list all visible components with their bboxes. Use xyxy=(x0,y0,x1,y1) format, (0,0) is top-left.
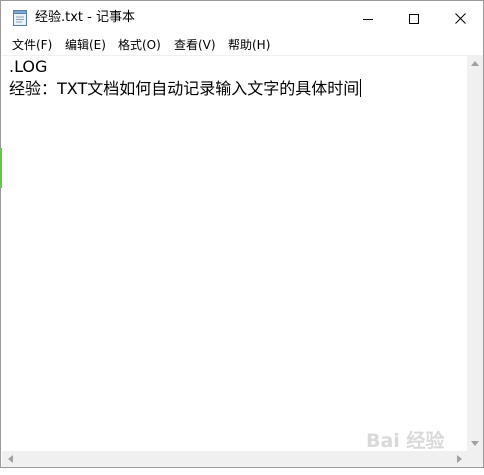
maximize-icon xyxy=(409,9,419,28)
menu-edit[interactable]: 编辑(E) xyxy=(65,37,106,53)
title-bar[interactable]: 经验.txt - 记事本 xyxy=(1,1,483,35)
horizontal-scrollbar[interactable] xyxy=(2,451,467,467)
scroll-down-icon[interactable] xyxy=(467,435,483,451)
close-icon xyxy=(454,9,466,28)
editor-line-text: .LOG xyxy=(9,57,48,76)
scroll-up-icon[interactable] xyxy=(467,55,483,71)
window-title: 经验.txt - 记事本 xyxy=(35,10,135,25)
scroll-right-icon[interactable] xyxy=(451,451,467,467)
text-caret xyxy=(360,79,362,97)
background-accent-strip xyxy=(0,148,2,188)
maximize-button[interactable] xyxy=(391,1,437,35)
editor-line-text: 经验：TXT文档如何自动记录输入文字的具体时间 xyxy=(9,79,360,98)
menu-help[interactable]: 帮助(H) xyxy=(228,37,270,53)
watermark: Bai 经验 xyxy=(366,430,445,452)
menu-format[interactable]: 格式(O) xyxy=(118,37,161,53)
notepad-window: 经验.txt - 记事本 文件(F) 编辑(E) 格式(O) 查看(V) 帮助(… xyxy=(0,0,484,468)
menu-view[interactable]: 查看(V) xyxy=(174,37,216,53)
minimize-icon xyxy=(363,9,373,28)
editor-line: 经验：TXT文档如何自动记录输入文字的具体时间 xyxy=(9,78,362,100)
editor-line: .LOG xyxy=(9,56,47,78)
text-editor-area[interactable]: .LOG 经验：TXT文档如何自动记录输入文字的具体时间 xyxy=(2,55,467,452)
menu-bar: 文件(F) 编辑(E) 格式(O) 查看(V) 帮助(H) xyxy=(1,35,483,55)
notepad-icon xyxy=(13,10,27,26)
close-button[interactable] xyxy=(437,1,483,35)
minimize-button[interactable] xyxy=(345,1,391,35)
vertical-scrollbar[interactable] xyxy=(467,55,483,451)
scroll-left-icon[interactable] xyxy=(2,451,18,467)
menu-file[interactable]: 文件(F) xyxy=(12,37,52,53)
scrollbar-corner xyxy=(467,451,483,467)
